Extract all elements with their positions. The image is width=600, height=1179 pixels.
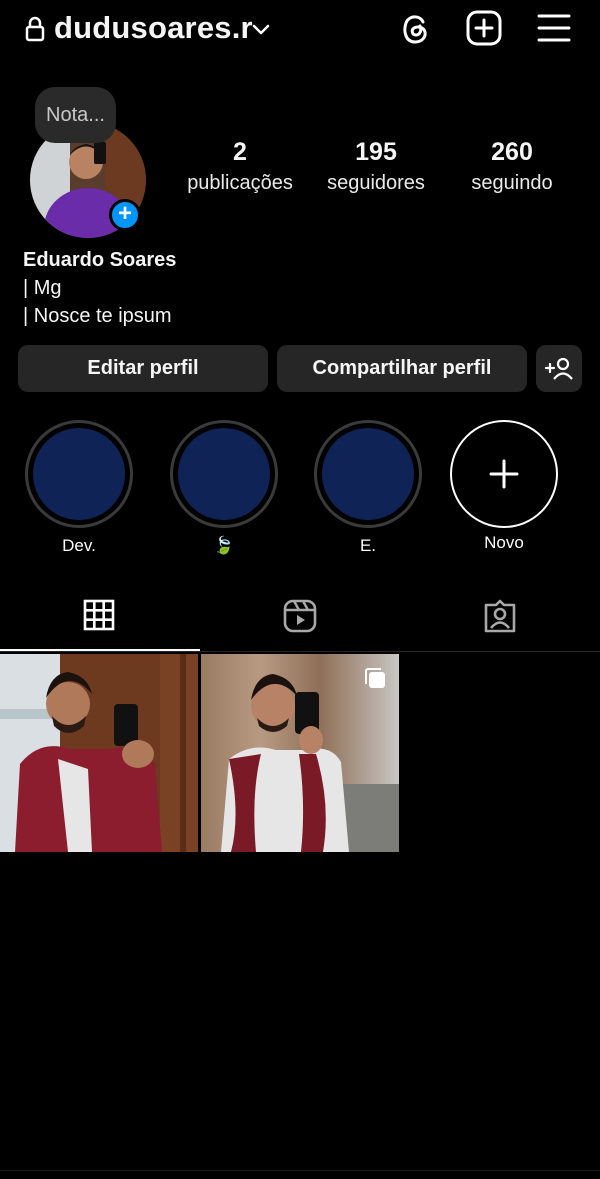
highlight-label: E. xyxy=(359,536,377,555)
stat-followers[interactable]: 195 seguidores xyxy=(322,136,430,198)
top-bar: dudusoares.r xyxy=(0,0,600,60)
stat-label: publicações xyxy=(187,172,293,194)
tab-reels[interactable] xyxy=(200,585,400,651)
highlight-item[interactable]: E. xyxy=(313,420,423,556)
stat-following[interactable]: 260 seguindo xyxy=(466,136,558,198)
tagged-icon xyxy=(484,599,516,633)
highlight-label: 🍃 xyxy=(213,536,235,555)
share-profile-button[interactable]: Compartilhar perfil xyxy=(277,345,527,392)
grid-icon xyxy=(83,599,115,631)
plus-icon xyxy=(489,459,519,489)
tab-tagged[interactable] xyxy=(400,585,600,651)
highlight-ring xyxy=(25,420,133,528)
stat-posts[interactable]: 2 publicações xyxy=(183,136,297,198)
edit-profile-button[interactable]: Editar perfil xyxy=(18,345,268,392)
bio: Eduardo Soares | Mg | Nosce te ipsum xyxy=(23,246,176,330)
stat-value: 2 xyxy=(233,138,247,166)
stat-value: 195 xyxy=(355,138,397,166)
bio-line: | Mg xyxy=(23,277,62,299)
new-highlight-button[interactable]: Novo xyxy=(449,420,559,553)
post-image xyxy=(0,654,198,852)
chevron-down-icon[interactable] xyxy=(250,18,272,40)
profile-tabs xyxy=(0,585,600,652)
highlight-label: Novo xyxy=(484,533,524,552)
highlight-ring xyxy=(314,420,422,528)
highlight-ring xyxy=(170,420,278,528)
username[interactable]: dudusoares.r xyxy=(54,8,253,48)
add-person-icon xyxy=(544,357,573,380)
stat-value: 260 xyxy=(491,138,533,166)
stat-label: seguindo xyxy=(471,172,553,194)
threads-icon[interactable] xyxy=(397,10,433,48)
highlight-item[interactable]: Dev. xyxy=(24,420,134,556)
bio-line: | Nosce te ipsum xyxy=(23,305,172,327)
carousel-icon xyxy=(365,668,385,688)
divider xyxy=(0,1170,600,1171)
highlight-cover xyxy=(322,428,414,520)
create-post-icon[interactable] xyxy=(466,10,502,46)
reels-icon xyxy=(283,599,317,633)
display-name: Eduardo Soares xyxy=(23,249,177,271)
note-bubble[interactable]: Nota... xyxy=(35,87,116,143)
discover-people-button[interactable] xyxy=(536,345,582,392)
stat-label: seguidores xyxy=(327,172,425,194)
post-thumbnail[interactable] xyxy=(201,654,399,852)
new-highlight-ring xyxy=(450,420,558,528)
tab-grid[interactable] xyxy=(0,585,200,651)
lock-icon xyxy=(25,16,45,42)
highlight-label: Dev. xyxy=(62,536,96,555)
add-story-button[interactable]: + xyxy=(109,199,141,231)
highlight-cover xyxy=(33,428,125,520)
post-thumbnail[interactable] xyxy=(0,654,198,852)
menu-icon[interactable] xyxy=(536,12,572,44)
highlight-item[interactable]: 🍃 xyxy=(169,420,279,556)
highlight-cover xyxy=(178,428,270,520)
